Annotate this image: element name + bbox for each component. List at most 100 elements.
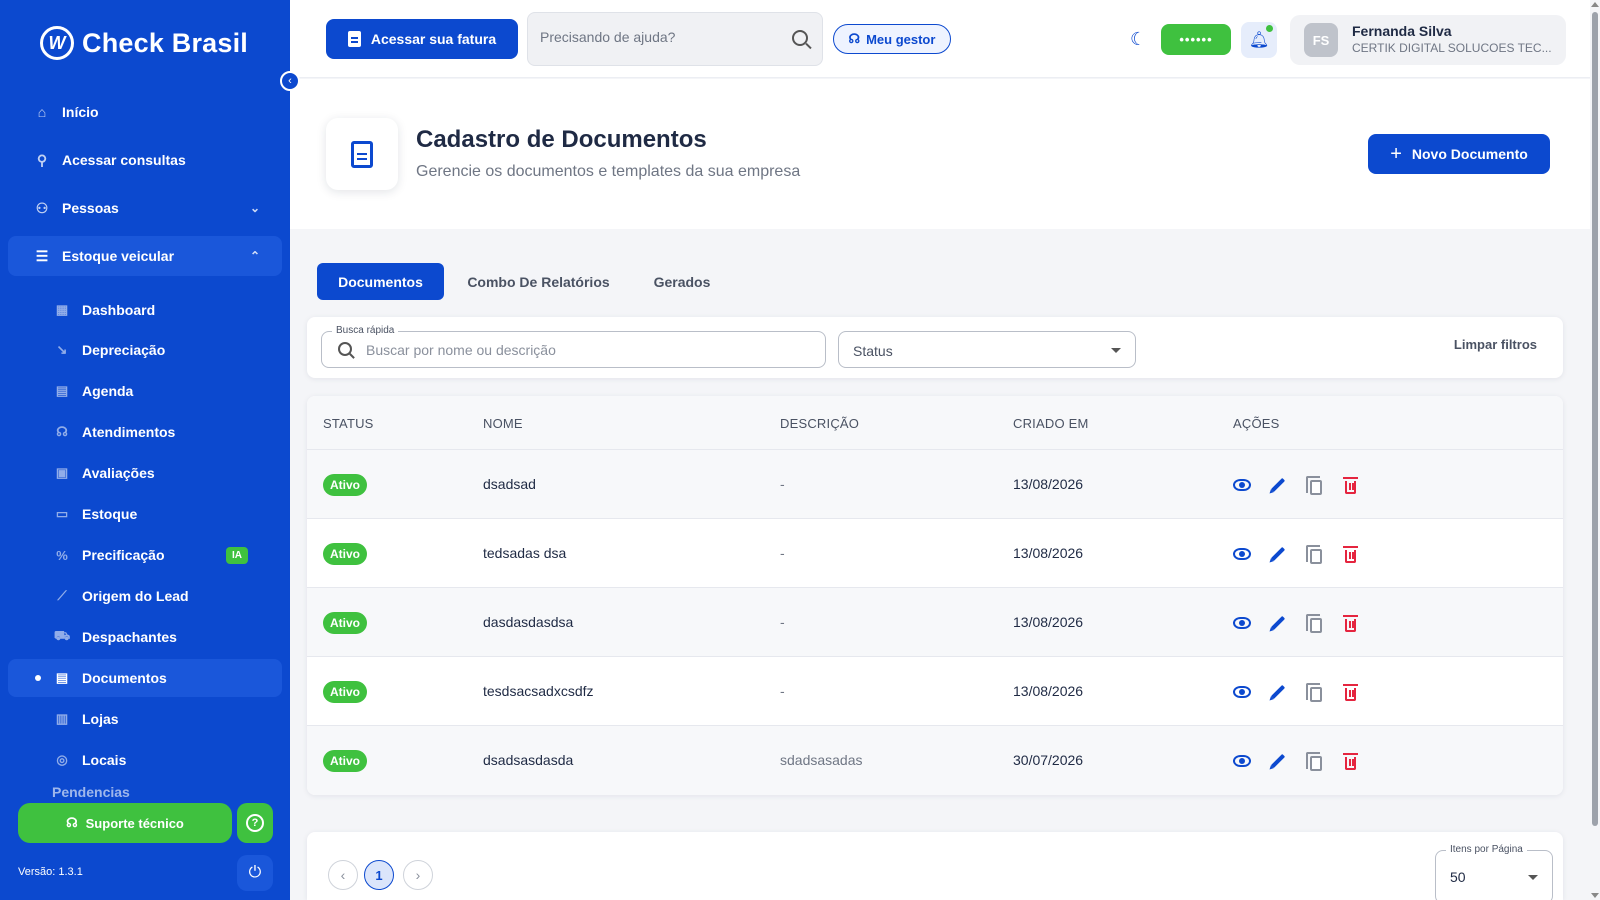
sidebar-subitem-dashboard[interactable]: ▦ Dashboard: [8, 291, 282, 329]
question-icon: ?: [246, 814, 264, 832]
quick-search-field[interactable]: Busca rápida: [321, 325, 826, 368]
help-search-input[interactable]: [540, 29, 780, 45]
sidebar-subitem-label: Lojas: [82, 711, 119, 727]
sidebar-subitem-origem-do-lead[interactable]: ⟋ Origem do Lead: [8, 577, 282, 615]
search-icon[interactable]: [792, 30, 808, 46]
edit-button[interactable]: [1267, 474, 1289, 496]
edit-button[interactable]: [1267, 750, 1289, 772]
sidebar-item-label: Acessar consultas: [62, 152, 186, 168]
column-header-descricao: DESCRIÇÃO: [780, 416, 860, 431]
view-button[interactable]: [1231, 543, 1253, 565]
table-row[interactable]: Ativo dsadsasdasda sdadsasadas 30/07/202…: [307, 726, 1563, 795]
scrollbar-thumb[interactable]: [1592, 12, 1598, 826]
new-document-button[interactable]: + Novo Documento: [1368, 134, 1550, 174]
documents-table: STATUS NOME DESCRIÇÃO CRIADO EM AÇÕES At…: [307, 396, 1563, 795]
sidebar-subitem-pendencias[interactable]: Pendencias: [8, 784, 282, 800]
sidebar-subitem-documentos[interactable]: ▤ Documentos: [8, 659, 282, 697]
notifications-button[interactable]: 🔔︎: [1241, 22, 1277, 58]
store-icon: ▥: [55, 711, 69, 726]
topbar: Acessar sua fatura ☊ Meu gestor ☾ ••••••…: [290, 0, 1590, 78]
notification-dot: [1266, 25, 1273, 32]
duplicate-button[interactable]: [1303, 681, 1325, 703]
sidebar-subitem-lojas[interactable]: ▥ Lojas: [8, 700, 282, 738]
brand-logo[interactable]: W Check Brasil: [40, 26, 248, 60]
masked-credential-pill[interactable]: ••••••: [1161, 24, 1231, 55]
previous-page-button[interactable]: ‹: [328, 860, 358, 890]
duplicate-button[interactable]: [1303, 543, 1325, 565]
items-per-page-select[interactable]: Itens por Página 50: [1435, 844, 1553, 900]
user-menu[interactable]: FS Fernanda Silva CERTIK DIGITAL SOLUCOE…: [1290, 15, 1566, 65]
version-text: Versão: 1.3.1: [18, 866, 83, 878]
scroll-down-arrow-icon[interactable]: [1591, 893, 1599, 898]
sidebar-item-pessoas[interactable]: ⚇ Pessoas ⌄: [8, 188, 282, 228]
sidebar-subitem-label: Atendimentos: [82, 424, 176, 440]
sidebar-subitem-label: Precificação: [82, 547, 165, 563]
chart-line-icon: ⟋: [57, 588, 67, 603]
table-row[interactable]: Ativo tedsadas dsa - 13/08/2026: [307, 519, 1563, 588]
delete-button[interactable]: [1339, 750, 1361, 772]
page-scrollbar[interactable]: [1590, 0, 1600, 900]
delete-button[interactable]: [1339, 681, 1361, 703]
tab-documentos[interactable]: Documentos: [317, 263, 444, 300]
plus-icon: +: [1390, 143, 1402, 165]
sidebar-subitem-depreciacao[interactable]: ↘ Depreciação: [8, 331, 282, 369]
tab-combo-de-relatorios[interactable]: Combo De Relatórios: [455, 263, 622, 300]
sidebar-item-acessar-consultas[interactable]: ⚲ Acessar consultas: [8, 140, 282, 180]
sidebar-item-inicio[interactable]: ⌂ Início: [8, 92, 282, 132]
manager-button[interactable]: ☊ Meu gestor: [833, 24, 951, 54]
invoice-button[interactable]: Acessar sua fatura: [326, 19, 518, 59]
view-button[interactable]: [1231, 612, 1253, 634]
table-row[interactable]: Ativo dsadsad - 13/08/2026: [307, 450, 1563, 519]
sidebar-item-label: Pessoas: [62, 200, 119, 216]
car-icon: ▭: [55, 506, 69, 521]
sidebar-subitem-label: Pendencias: [52, 784, 130, 800]
view-button[interactable]: [1231, 474, 1253, 496]
page-number-button[interactable]: 1: [364, 860, 394, 890]
manager-label: Meu gestor: [866, 31, 936, 47]
clear-filters-button[interactable]: Limpar filtros: [1454, 337, 1537, 352]
chevron-up-icon: ⌃: [249, 249, 260, 263]
view-button[interactable]: [1231, 681, 1253, 703]
support-button[interactable]: ☊ Suporte técnico: [18, 803, 232, 843]
help-search-box[interactable]: [527, 12, 823, 66]
quick-search-legend: Busca rápida: [332, 325, 399, 336]
search-icon: ⚲: [36, 151, 48, 168]
help-button[interactable]: ?: [237, 803, 273, 843]
dark-mode-toggle-icon[interactable]: ☾: [1130, 29, 1146, 50]
duplicate-button[interactable]: [1303, 612, 1325, 634]
sidebar-subitem-atendimentos[interactable]: ☊ Atendimentos: [8, 413, 282, 451]
chevron-left-icon: ‹: [288, 75, 292, 87]
delete-button[interactable]: [1339, 474, 1361, 496]
sidebar-subitem-despachantes[interactable]: ⛟ Despachantes: [8, 618, 282, 656]
sidebar-subitem-precificacao[interactable]: % Precificação IA: [8, 536, 282, 574]
collapse-sidebar-button[interactable]: ‹: [280, 71, 300, 91]
sidebar-subitem-avaliacoes[interactable]: ▣ Avaliações: [8, 454, 282, 492]
sidebar-subitem-estoque[interactable]: ▭ Estoque: [8, 495, 282, 533]
logo-mark-icon: W: [40, 26, 74, 60]
status-badge: Ativo: [323, 612, 367, 634]
edit-button[interactable]: [1267, 612, 1289, 634]
truck-icon: ⛟: [53, 628, 71, 643]
tab-gerados[interactable]: Gerados: [636, 263, 728, 300]
table-row[interactable]: Ativo tesdsacsadxcsdfz - 13/08/2026: [307, 657, 1563, 726]
next-page-button[interactable]: ›: [403, 860, 433, 890]
duplicate-button[interactable]: [1303, 750, 1325, 772]
sidebar-item-estoque-veicular[interactable]: ☰ Estoque veicular ⌃: [8, 236, 282, 276]
status-select[interactable]: Status: [838, 331, 1136, 368]
duplicate-button[interactable]: [1303, 474, 1325, 496]
pencil-icon: [1270, 615, 1286, 631]
delete-button[interactable]: [1339, 612, 1361, 634]
logout-button[interactable]: ⏻: [237, 855, 273, 891]
quick-search-input[interactable]: [366, 342, 806, 358]
items-per-page-value: 50: [1450, 869, 1466, 885]
table-row[interactable]: Ativo dasdasdasdsa - 13/08/2026: [307, 588, 1563, 657]
delete-button[interactable]: [1339, 543, 1361, 565]
sidebar-subitem-label: Despachantes: [82, 629, 177, 645]
edit-button[interactable]: [1267, 681, 1289, 703]
pencil-icon: [1270, 753, 1286, 769]
scroll-up-arrow-icon[interactable]: [1591, 2, 1599, 7]
sidebar-subitem-agenda[interactable]: ▤ Agenda: [8, 372, 282, 410]
edit-button[interactable]: [1267, 543, 1289, 565]
view-button[interactable]: [1231, 750, 1253, 772]
sidebar-subitem-locais[interactable]: ◎ Locais: [8, 741, 282, 779]
